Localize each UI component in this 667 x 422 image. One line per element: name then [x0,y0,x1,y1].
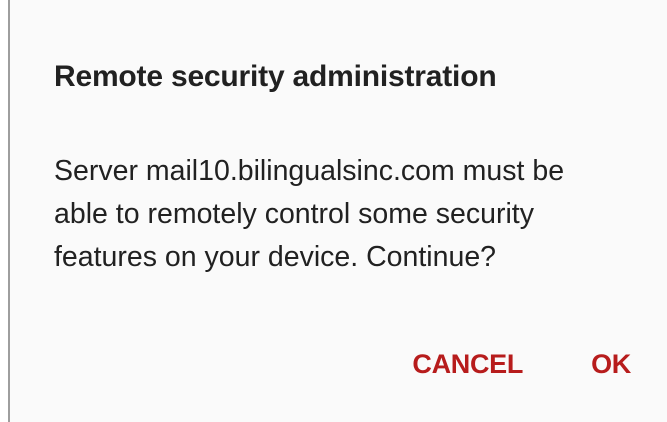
dialog-actions: CANCEL OK [412,343,631,386]
ok-button[interactable]: OK [591,343,631,386]
dialog-message-line: Server mail10.bilingualsinc.com must be [54,155,565,187]
dialog-message: Server mail10.bilingualsinc.com must be … [54,150,654,279]
dialog-message-line: able to remotely control some security [54,198,534,230]
cancel-button[interactable]: CANCEL [412,343,523,386]
screen: Remote security administration Server ma… [0,0,667,422]
dialog-title: Remote security administration [54,60,497,93]
security-dialog: Remote security administration Server ma… [10,0,667,422]
dialog-message-line: features on your device. Continue? [54,241,497,273]
